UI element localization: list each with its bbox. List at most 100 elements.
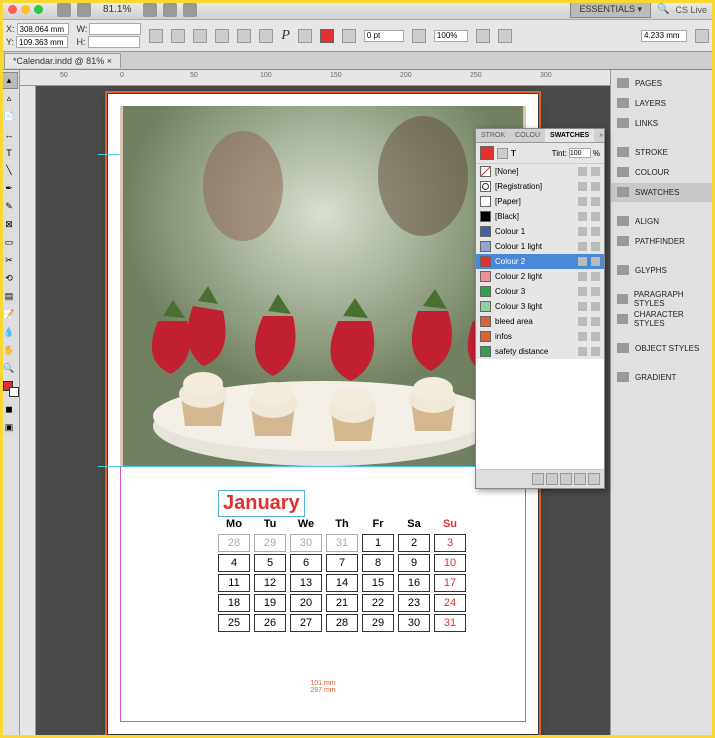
selection-tool[interactable]: ▴ xyxy=(0,72,18,89)
swatch-row[interactable]: Colour 3 light xyxy=(476,299,604,314)
calendar-day-cell[interactable]: 17 xyxy=(434,574,466,592)
swatches-list[interactable]: [None][Registration][Paper][Black]Colour… xyxy=(476,164,604,359)
calendar-day-cell[interactable]: 22 xyxy=(362,594,394,612)
calendar-day-cell[interactable]: 31 xyxy=(434,614,466,632)
app-icon[interactable] xyxy=(57,3,71,17)
calendar-day-cell[interactable]: 9 xyxy=(398,554,430,572)
fill-stroke-swatch[interactable] xyxy=(0,378,18,400)
calendar-day-cell[interactable]: 2 xyxy=(398,534,430,552)
glyphs-panel-button[interactable]: GLYPHS xyxy=(611,261,715,280)
calendar-day-cell[interactable]: 29 xyxy=(362,614,394,632)
gradient-panel-button[interactable]: GRADIENT xyxy=(611,368,715,387)
workspace-switcher[interactable]: ESSENTIALS ▾ xyxy=(570,1,651,18)
screen-mode-icon[interactable] xyxy=(163,3,177,17)
close-tab-icon[interactable]: × xyxy=(107,56,112,66)
calendar-day-cell[interactable]: 13 xyxy=(290,574,322,592)
align-panel-button[interactable]: ALIGN xyxy=(611,212,715,231)
indent-input[interactable] xyxy=(641,30,687,42)
swatch-row[interactable]: Colour 1 light xyxy=(476,239,604,254)
swatch-row[interactable]: Colour 2 xyxy=(476,254,604,269)
calendar-day-cell[interactable]: 19 xyxy=(254,594,286,612)
object-styles-panel-button[interactable]: OBJECT STYLES xyxy=(611,339,715,358)
swatches-floating-panel[interactable]: STROK COLOU SWATCHES » T Tint: % [None][… xyxy=(475,128,605,489)
rotate-icon[interactable] xyxy=(193,29,207,43)
calendar-day-cell[interactable]: 18 xyxy=(218,594,250,612)
calendar-day-cell[interactable]: 15 xyxy=(362,574,394,592)
calendar-day-cell[interactable]: 26 xyxy=(254,614,286,632)
calendar-day-cell[interactable]: 28 xyxy=(326,614,358,632)
h-input[interactable] xyxy=(88,36,140,48)
close-window-icon[interactable] xyxy=(8,5,17,14)
view-options-icon[interactable] xyxy=(143,3,157,17)
panel-menu-icon[interactable] xyxy=(695,29,709,43)
type-tool[interactable]: T xyxy=(0,144,18,161)
delete-swatch-icon[interactable] xyxy=(588,473,600,485)
apply-color-icon[interactable]: ◼ xyxy=(0,401,18,418)
calendar-day-cell[interactable]: 6 xyxy=(290,554,322,572)
formatting-container-icon[interactable] xyxy=(497,148,508,159)
eyedropper-tool[interactable]: 💧 xyxy=(0,324,18,341)
calendar-day-cell[interactable]: 28 xyxy=(218,534,250,552)
y-input[interactable] xyxy=(16,36,68,48)
screen-mode-tool[interactable]: ▣ xyxy=(0,419,18,436)
new-swatch-icon[interactable] xyxy=(574,473,586,485)
window-controls[interactable] xyxy=(8,5,43,14)
search-icon[interactable]: 🔍 xyxy=(657,4,669,15)
swatch-row[interactable]: [Registration] xyxy=(476,179,604,194)
current-fill-swatch[interactable] xyxy=(480,146,494,160)
vertical-ruler[interactable] xyxy=(20,86,36,738)
calendar-day-cell[interactable]: 30 xyxy=(398,614,430,632)
calendar-day-cell[interactable]: 3 xyxy=(434,534,466,552)
zoom-level[interactable]: 81.1% xyxy=(97,4,137,15)
paragraph-styles-panel-button[interactable]: PARAGRAPH STYLES xyxy=(611,290,715,309)
arrange-icon[interactable] xyxy=(183,3,197,17)
stroke-swatch[interactable] xyxy=(342,29,356,43)
shear-icon[interactable] xyxy=(215,29,229,43)
zoom-window-icon[interactable] xyxy=(34,5,43,14)
show-gradient-swatches-icon[interactable] xyxy=(560,473,572,485)
calendar-day-cell[interactable]: 7 xyxy=(326,554,358,572)
scale-x-icon[interactable] xyxy=(149,29,163,43)
calendar-month-title[interactable]: January xyxy=(218,490,305,517)
cs-live-button[interactable]: CS Live xyxy=(675,5,707,15)
fit-frame-icon[interactable] xyxy=(498,29,512,43)
calendar-day-cell[interactable]: 1 xyxy=(362,534,394,552)
hand-tool[interactable]: ✋ xyxy=(0,342,18,359)
show-all-swatches-icon[interactable] xyxy=(532,473,544,485)
pages-panel-button[interactable]: PAGES xyxy=(611,74,715,93)
character-styles-panel-button[interactable]: CHARACTER STYLES xyxy=(611,310,715,329)
stroke-panel-button[interactable]: STROKE xyxy=(611,143,715,162)
layers-panel-button[interactable]: LAYERS xyxy=(611,94,715,113)
swatches-panel-button[interactable]: SWATCHES xyxy=(611,183,715,202)
swatches-tab[interactable]: SWATCHES xyxy=(545,129,594,142)
opacity-input[interactable] xyxy=(434,30,468,42)
gap-tool[interactable]: ↔ xyxy=(0,126,18,143)
tint-input[interactable] xyxy=(569,148,591,158)
colour-tab[interactable]: COLOU xyxy=(510,129,545,142)
flip-v-icon[interactable] xyxy=(259,29,273,43)
document-page[interactable]: January MoTuWeThFrSaSu282930311234567891… xyxy=(108,94,538,734)
zoom-tool[interactable]: 🔍 xyxy=(0,360,18,377)
links-panel-button[interactable]: LINKS xyxy=(611,114,715,133)
paragraph-style-icon[interactable]: P xyxy=(281,28,290,44)
swatch-row[interactable]: [Black] xyxy=(476,209,604,224)
calendar-day-cell[interactable]: 11 xyxy=(218,574,250,592)
scale-y-icon[interactable] xyxy=(171,29,185,43)
swatch-row[interactable]: Colour 3 xyxy=(476,284,604,299)
effects-icon[interactable] xyxy=(412,29,426,43)
calendar-day-cell[interactable]: 21 xyxy=(326,594,358,612)
stroke-weight-input[interactable] xyxy=(364,30,404,42)
page-tool[interactable]: 📄 xyxy=(0,108,18,125)
text-wrap-icon[interactable] xyxy=(298,29,312,43)
calendar-day-cell[interactable]: 30 xyxy=(290,534,322,552)
w-input[interactable] xyxy=(89,23,141,35)
calendar-day-cell[interactable]: 23 xyxy=(398,594,430,612)
calendar-day-cell[interactable]: 10 xyxy=(434,554,466,572)
calendar-day-cell[interactable]: 31 xyxy=(326,534,358,552)
rectangle-tool[interactable]: ▭ xyxy=(0,234,18,251)
fill-swatch[interactable] xyxy=(320,29,334,43)
calendar-day-cell[interactable]: 8 xyxy=(362,554,394,572)
calendar-day-cell[interactable]: 12 xyxy=(254,574,286,592)
calendar-day-cell[interactable]: 5 xyxy=(254,554,286,572)
document-tab[interactable]: *Calendar.indd @ 81% × xyxy=(4,53,121,68)
